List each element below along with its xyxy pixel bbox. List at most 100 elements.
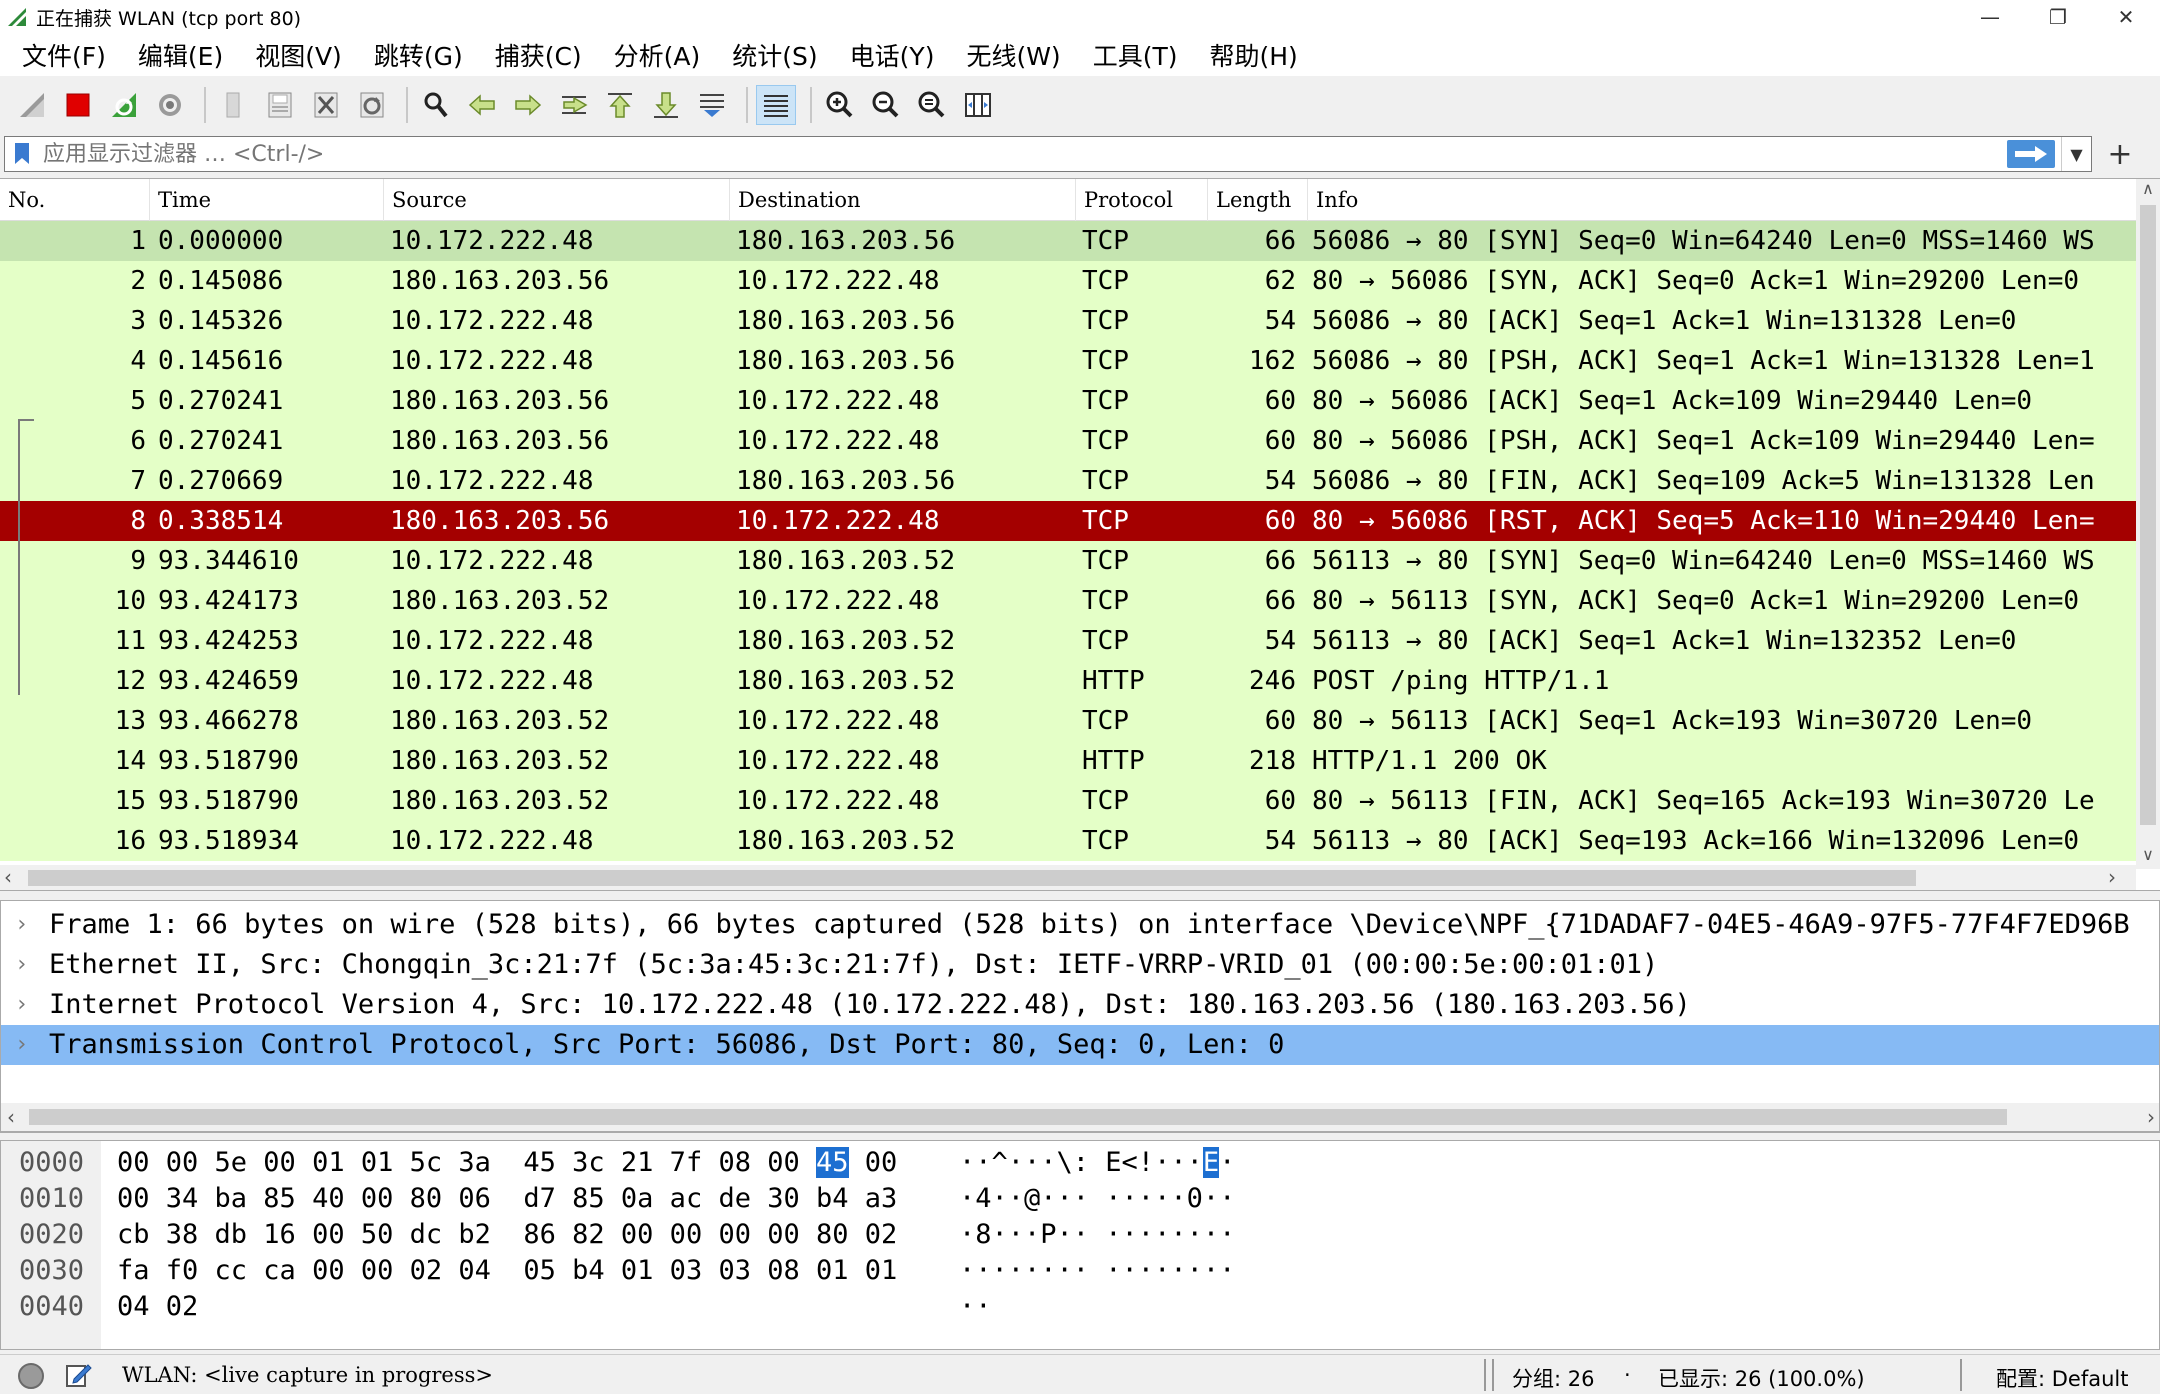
scroll-down-icon[interactable]: ∨ xyxy=(2136,845,2160,869)
autoscroll-button[interactable] xyxy=(692,85,732,125)
resize-columns-button[interactable] xyxy=(958,85,998,125)
menu-file[interactable]: 文件(F) xyxy=(16,35,112,75)
go-forward-button[interactable] xyxy=(508,85,548,125)
packet-row[interactable]: 3 0.145326 10.172.222.48 180.163.203.56 TCP 5… xyxy=(0,301,2136,341)
colorize-button[interactable] xyxy=(756,85,796,125)
detail-row-ethernet[interactable]: › Ethernet II, Src: Chongqin_3c:21:7f (5… xyxy=(1,945,2159,985)
byte-hex[interactable]: fa f0 cc ca 00 00 02 04 05 b4 01 03 03 0… xyxy=(117,1253,897,1289)
chevron-right-icon[interactable]: › xyxy=(15,985,35,1025)
column-header-source[interactable]: Source xyxy=(384,179,730,221)
menu-go[interactable]: 跳转(G) xyxy=(368,35,469,75)
pane-splitter[interactable] xyxy=(0,890,2160,900)
packet-length-cell: 66 xyxy=(1264,586,1296,616)
detail-row-frame[interactable]: › Frame 1: 66 bytes on wire (528 bits), … xyxy=(1,905,2159,945)
packet-row[interactable]: 13 93.466278 180.163.203.52 10.172.222.48 TC… xyxy=(0,701,2136,741)
packet-list-vertical-scrollbar[interactable]: ∧ ∨ xyxy=(2136,179,2160,869)
start-capture-button[interactable] xyxy=(12,85,52,125)
packet-row[interactable]: 10 93.424173 180.163.203.52 10.172.222.48 TC… xyxy=(0,581,2136,621)
menu-analyze[interactable]: 分析(A) xyxy=(608,35,707,75)
filter-history-dropdown[interactable]: ▼ xyxy=(2061,137,2091,171)
packet-time-cell: 0.338514 xyxy=(158,506,284,536)
scroll-thumb[interactable] xyxy=(29,1109,2007,1125)
first-packet-button[interactable] xyxy=(600,85,640,125)
restart-capture-button[interactable] xyxy=(104,85,144,125)
byte-hex[interactable]: 00 00 5e 00 01 01 5c 3a 45 3c 21 7f 08 0… xyxy=(117,1145,897,1181)
packet-row[interactable]: 15 93.518790 180.163.203.52 10.172.222.48 TC… xyxy=(0,781,2136,821)
chevron-right-icon[interactable]: › xyxy=(15,945,35,985)
column-header-no[interactable]: No. xyxy=(0,179,150,221)
byte-hex[interactable]: 04 02 xyxy=(117,1289,198,1325)
column-header-info[interactable]: Info xyxy=(1308,179,2136,221)
column-header-time[interactable]: Time xyxy=(150,179,384,221)
scroll-left-icon[interactable]: ‹ xyxy=(7,1105,15,1129)
byte-hex[interactable]: cb 38 db 16 00 50 dc b2 86 82 00 00 00 0… xyxy=(117,1217,897,1253)
packet-row[interactable]: 8 0.338514 180.163.203.56 10.172.222.48 TCP 6… xyxy=(0,501,2136,541)
byte-ascii[interactable]: ·· xyxy=(959,1289,992,1325)
save-file-button[interactable] xyxy=(260,85,300,125)
menu-view[interactable]: 视图(V) xyxy=(249,35,348,75)
column-header-protocol[interactable]: Protocol xyxy=(1076,179,1208,221)
last-packet-button[interactable] xyxy=(646,85,686,125)
find-packet-button[interactable] xyxy=(416,85,456,125)
packet-row[interactable]: 12 93.424659 10.172.222.48 180.163.203.52 HT… xyxy=(0,661,2136,701)
packet-row[interactable]: 1 0.000000 10.172.222.48 180.163.203.56 TCP 6… xyxy=(0,221,2136,261)
menu-tools[interactable]: 工具(T) xyxy=(1087,35,1184,75)
packet-list-horizontal-scrollbar[interactable]: ‹ › xyxy=(0,865,2136,890)
scroll-left-icon[interactable]: ‹ xyxy=(4,865,12,889)
byte-ascii[interactable]: ········ ········ xyxy=(959,1253,1235,1289)
go-to-packet-button[interactable] xyxy=(554,85,594,125)
packet-row[interactable]: 7 0.270669 10.172.222.48 180.163.203.56 TCP 5… xyxy=(0,461,2136,501)
column-header-destination[interactable]: Destination xyxy=(730,179,1076,221)
column-header-length[interactable]: Length xyxy=(1208,179,1308,221)
profile-selector[interactable]: 配置: Default xyxy=(1996,1363,2128,1393)
byte-ascii[interactable]: ·8···P·· ········ xyxy=(959,1217,1235,1253)
packet-row[interactable]: 14 93.518790 180.163.203.52 10.172.222.48 HT… xyxy=(0,741,2136,781)
menu-capture[interactable]: 捕获(C) xyxy=(489,35,588,75)
capture-comment-icon[interactable] xyxy=(64,1361,92,1389)
packet-row[interactable]: 2 0.145086 180.163.203.56 10.172.222.48 TCP 6… xyxy=(0,261,2136,301)
expert-info-led-icon[interactable] xyxy=(18,1363,44,1389)
packet-row[interactable]: 6 0.270241 180.163.203.56 10.172.222.48 TCP 6… xyxy=(0,421,2136,461)
menu-statistics[interactable]: 统计(S) xyxy=(726,35,823,75)
scroll-thumb[interactable] xyxy=(2140,205,2156,825)
detail-row-ip[interactable]: › Internet Protocol Version 4, Src: 10.1… xyxy=(1,985,2159,1025)
close-file-button[interactable] xyxy=(306,85,346,125)
packet-info-cell: 80 → 56113 [ACK] Seq=1 Ack=193 Win=30720… xyxy=(1312,706,2033,736)
zoom-normal-button[interactable] xyxy=(912,85,952,125)
byte-ascii[interactable]: ··^···\: E<!···E· xyxy=(959,1145,1235,1181)
zoom-in-button[interactable] xyxy=(820,85,860,125)
open-file-button[interactable] xyxy=(214,85,254,125)
go-back-button[interactable] xyxy=(462,85,502,125)
minimize-button[interactable]: — xyxy=(1956,0,2024,34)
apply-filter-button[interactable] xyxy=(2007,140,2055,168)
detail-row-tcp[interactable]: › Transmission Control Protocol, Src Por… xyxy=(1,1025,2159,1065)
packet-row[interactable]: 16 93.518934 10.172.222.48 180.163.203.52 TC… xyxy=(0,821,2136,861)
packet-row[interactable]: 4 0.145616 10.172.222.48 180.163.203.56 TCP 1… xyxy=(0,341,2136,381)
packet-row[interactable]: 11 93.424253 10.172.222.48 180.163.203.52 TC… xyxy=(0,621,2136,661)
scroll-up-icon[interactable]: ∧ xyxy=(2136,179,2160,203)
menu-edit[interactable]: 编辑(E) xyxy=(132,35,229,75)
menu-telephony[interactable]: 电话(Y) xyxy=(844,35,941,75)
byte-hex[interactable]: 00 34 ba 85 40 00 80 06 d7 85 0a ac de 3… xyxy=(117,1181,897,1217)
details-horizontal-scrollbar[interactable]: ‹ › xyxy=(1,1103,2159,1131)
reload-file-button[interactable] xyxy=(352,85,392,125)
restore-button[interactable]: ❐ xyxy=(2024,0,2092,34)
close-button[interactable]: ✕ xyxy=(2092,0,2160,34)
menu-wireless[interactable]: 无线(W) xyxy=(960,35,1066,75)
packet-row[interactable]: 5 0.270241 180.163.203.56 10.172.222.48 TCP 6… xyxy=(0,381,2136,421)
byte-ascii[interactable]: ·4··@··· ·····0·· xyxy=(959,1181,1235,1217)
packet-source-cell: 10.172.222.48 xyxy=(390,826,594,856)
scroll-right-icon[interactable]: › xyxy=(2147,1105,2155,1129)
scroll-right-icon[interactable]: › xyxy=(2108,865,2116,889)
stop-capture-button[interactable] xyxy=(58,85,98,125)
packet-row[interactable]: 9 93.344610 10.172.222.48 180.163.203.52 TCP… xyxy=(0,541,2136,581)
capture-options-button[interactable] xyxy=(150,85,190,125)
zoom-out-button[interactable] xyxy=(866,85,906,125)
scroll-thumb[interactable] xyxy=(28,870,1916,886)
filter-bookmark-button[interactable] xyxy=(5,137,39,171)
add-filter-button[interactable]: + xyxy=(2100,136,2140,172)
chevron-right-icon[interactable]: › xyxy=(15,1025,35,1065)
menu-help[interactable]: 帮助(H) xyxy=(1203,35,1303,75)
display-filter-input[interactable] xyxy=(39,139,2007,169)
chevron-right-icon[interactable]: › xyxy=(15,905,35,945)
